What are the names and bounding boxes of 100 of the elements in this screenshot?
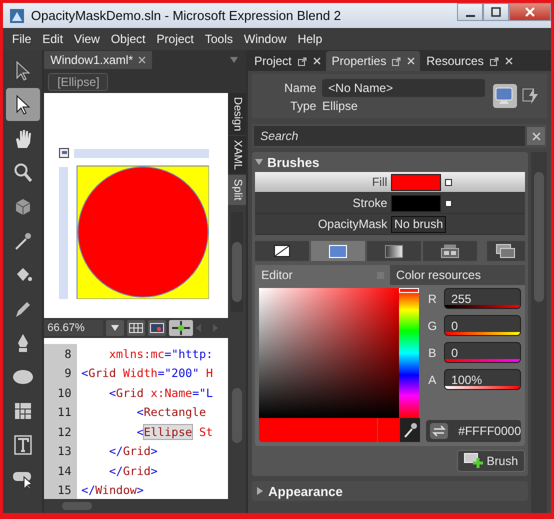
close-icon xyxy=(532,132,540,140)
close-icon[interactable] xyxy=(138,56,146,64)
solid-brush-icon xyxy=(329,244,348,258)
section-header[interactable]: Brushes xyxy=(255,152,525,172)
menu-item[interactable]: File xyxy=(8,32,36,46)
code-line: xmlns:mc="http: xyxy=(108,346,213,361)
hex-field[interactable]: #FFFF0000 xyxy=(426,420,521,442)
minimize-icon xyxy=(466,15,474,17)
editor-tab[interactable]: Color resources xyxy=(390,265,526,285)
close-icon xyxy=(525,7,535,17)
close-button[interactable] xyxy=(509,3,551,21)
view-tab[interactable]: Split xyxy=(228,175,246,205)
properties-view-button[interactable] xyxy=(493,84,517,108)
window-title: OpacityMaskDemo.sln - Microsoft Expression Blend 2 xyxy=(31,8,342,23)
line-number: 13 xyxy=(44,442,78,461)
eyedropper-icon xyxy=(403,422,418,438)
line-number: 10 xyxy=(44,383,78,402)
snap-grid-button[interactable] xyxy=(148,320,166,336)
app-icon xyxy=(9,8,25,24)
expander-icon xyxy=(256,487,264,495)
snap-lines-button[interactable] xyxy=(169,320,194,336)
undock-icon[interactable] xyxy=(490,56,499,66)
code-line: </Grid> xyxy=(108,464,158,478)
no-brush-icon xyxy=(274,245,290,257)
maximize-icon xyxy=(491,7,501,17)
brush-type-tab[interactable] xyxy=(423,241,478,261)
menu-item[interactable]: View xyxy=(70,32,104,46)
menu-item[interactable]: Edit xyxy=(38,32,68,46)
brush-type-tab[interactable] xyxy=(255,241,310,261)
gradient-brush-icon xyxy=(385,244,404,258)
close-icon[interactable] xyxy=(312,57,321,65)
line-number: 15 xyxy=(44,480,78,499)
line-number: 11 xyxy=(44,402,78,422)
code-line: </Window> xyxy=(80,483,144,498)
channel-label: B xyxy=(427,346,438,360)
brush-type-tab[interactable] xyxy=(487,241,526,261)
breadcrumb-button[interactable]: [Ellipse] xyxy=(48,72,108,90)
resource-brush-icon xyxy=(496,244,516,258)
eyedropper-button[interactable] xyxy=(400,418,420,442)
close-icon[interactable] xyxy=(504,57,513,65)
brush-value: No brush xyxy=(391,216,446,232)
new-brush-button[interactable]: Brush xyxy=(456,450,525,472)
expander-icon xyxy=(255,158,264,166)
clear-search-button[interactable] xyxy=(527,127,545,145)
close-icon[interactable] xyxy=(407,57,416,65)
channel-label: G xyxy=(426,318,438,332)
line-number: 9 xyxy=(44,364,78,383)
dropdown-icon xyxy=(230,57,238,63)
scrollbar[interactable] xyxy=(531,152,547,513)
code-line: <Grid x:Name="L xyxy=(108,386,213,400)
menu-item[interactable]: Tools xyxy=(200,32,237,46)
channel-field[interactable]: 100% xyxy=(444,369,521,390)
crosshair-icon xyxy=(172,321,190,335)
undock-icon[interactable] xyxy=(298,56,307,66)
minimize-button[interactable] xyxy=(457,3,483,21)
line-number: 12 xyxy=(44,422,78,442)
field-label: Name xyxy=(283,81,316,95)
scrollbar[interactable] xyxy=(44,499,246,513)
menu-item[interactable]: Project xyxy=(152,32,198,46)
snap-icon xyxy=(150,323,164,333)
magnifier-icon xyxy=(12,162,33,184)
panel-tab[interactable]: Resources xyxy=(420,51,518,71)
zoom-combo[interactable]: 66.67% xyxy=(44,320,104,336)
swap-icon[interactable] xyxy=(430,423,448,439)
brush-type-tab[interactable] xyxy=(367,241,422,261)
document-tab[interactable]: Window1.xaml* xyxy=(44,51,152,69)
scroll-arrows-icon xyxy=(196,324,218,332)
scrollbar[interactable] xyxy=(231,212,244,312)
hue-thumb[interactable] xyxy=(399,288,420,293)
name-field[interactable]: <No Name> xyxy=(322,79,485,97)
menu-item[interactable]: Window xyxy=(240,32,291,46)
search-field[interactable]: Search xyxy=(254,126,525,146)
lightning-icon xyxy=(522,87,540,105)
caret-icon xyxy=(111,325,120,331)
field-label: Type xyxy=(289,99,316,113)
view-tab[interactable]: XAML xyxy=(228,136,246,174)
dropdown-button[interactable] xyxy=(106,320,124,336)
channel-label: A xyxy=(427,372,438,386)
grid-toggle-button[interactable] xyxy=(127,320,146,336)
color-field[interactable] xyxy=(259,288,400,418)
panel-tab[interactable]: Project xyxy=(248,51,326,71)
tile-brush-icon xyxy=(441,244,460,258)
channel-label: R xyxy=(426,292,438,306)
line-number: 8 xyxy=(44,344,78,364)
brush-row[interactable]: Fill xyxy=(255,172,525,193)
menu-item[interactable]: Object xyxy=(106,32,150,46)
maximize-button[interactable] xyxy=(483,3,509,21)
brush-row[interactable]: Stroke xyxy=(255,193,525,214)
channel-field[interactable]: 0 xyxy=(444,342,521,363)
code-line: </Grid> xyxy=(108,444,158,458)
channel-field[interactable]: 0 xyxy=(444,315,521,336)
undock-icon[interactable] xyxy=(392,56,402,66)
panel-tab[interactable]: Properties xyxy=(326,51,420,71)
menu-item[interactable]: Help xyxy=(294,32,326,46)
section-header[interactable]: Appearance xyxy=(252,481,528,501)
brush-row[interactable]: OpacityMask No brush xyxy=(255,214,525,235)
monitor-icon xyxy=(495,87,515,105)
tool-button[interactable] xyxy=(6,88,40,121)
view-tab[interactable]: Design xyxy=(228,93,246,136)
channel-field[interactable]: 255 xyxy=(444,288,521,309)
